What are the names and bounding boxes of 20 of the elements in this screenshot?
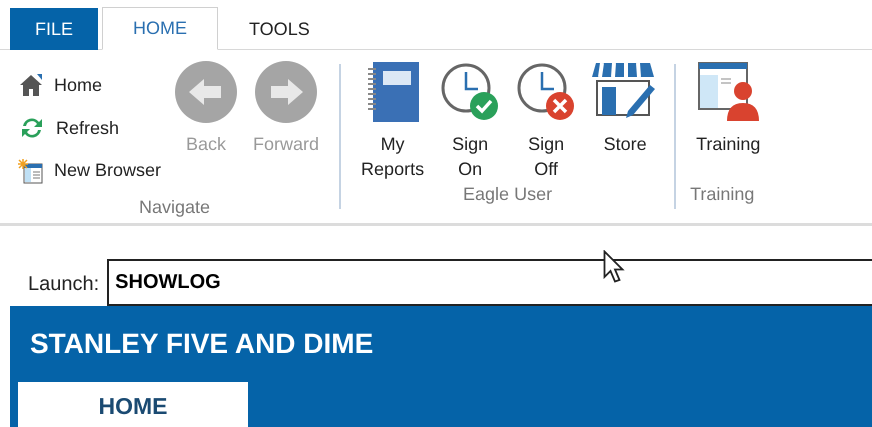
page-tab[interactable]: HOME	[18, 382, 248, 427]
browser-window-icon	[18, 158, 44, 184]
ribbon-button[interactable]: New Browser	[18, 149, 162, 192]
group-label: Eagle User	[462, 183, 554, 206]
store-title: STANLEY FIVE AND DIME	[29, 327, 374, 360]
launch-label: Launch:	[28, 273, 100, 296]
group-label: Navigate	[138, 196, 212, 219]
ribbon-button[interactable]: My Reports	[353, 50, 432, 190]
clock-check-icon	[440, 61, 500, 123]
ribbon-tab[interactable]: TOOLS	[218, 8, 341, 50]
clock-x-icon	[516, 61, 576, 123]
training-screen-icon	[697, 61, 760, 123]
group-label: Training	[689, 183, 756, 206]
ribbon-button[interactable]: Store	[584, 50, 666, 190]
ribbon-button[interactable]: Home	[18, 64, 162, 107]
house-icon	[18, 72, 44, 98]
ribbon-button[interactable]: Refresh	[18, 106, 162, 150]
ribbon-tab[interactable]: HOME	[102, 7, 218, 50]
file-menu-tab[interactable]: FILE	[10, 8, 98, 50]
launch-field[interactable]: SHOWLOG	[107, 259, 872, 306]
